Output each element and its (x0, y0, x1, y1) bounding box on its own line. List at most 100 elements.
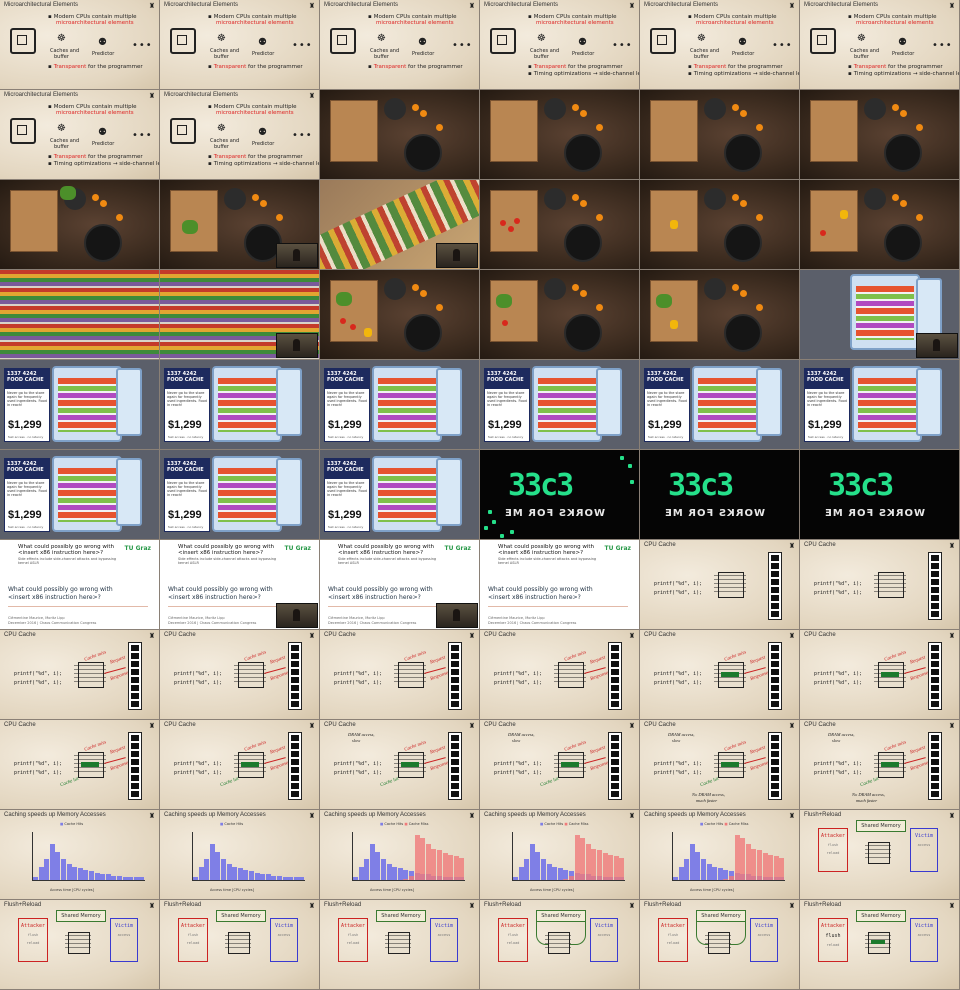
slide-thumbnail-62[interactable]: Flush+Reload ♜ Shared Memory Attacker flush r… (160, 900, 320, 990)
slide-thumbnail-19[interactable] (0, 270, 160, 360)
slide-thumbnail-37[interactable]: What could possibly go wrong with <inser… (0, 540, 160, 630)
slide-thumbnail-27[interactable]: 1337 4242 FOOD CACHE Never go to the store… (320, 360, 480, 450)
slide-thumbnail-51[interactable]: CPU Cache ♜ printf("%d", i); printf("%d", i… (320, 720, 480, 810)
slide-thumbnail-60[interactable]: Flush+Reload ♜ Shared Memory Attacker flush r… (800, 810, 960, 900)
orange-0 (412, 284, 419, 291)
slide-thumbnail-25[interactable]: 1337 4242 FOOD CACHE Never go to the store… (0, 360, 160, 450)
slide-title: Microarchitectural Elements (644, 2, 719, 8)
ad-price: $1,299 (168, 419, 202, 431)
slide-thumbnail-39[interactable]: What could possibly go wrong with <inser… (320, 540, 480, 630)
paint-splat-2 (500, 534, 504, 538)
slide-thumbnail-54[interactable]: CPU Cache ♜ printf("%d", i); printf("%d", i… (800, 720, 960, 810)
slide-thumbnail-2[interactable]: Microarchitectural Elements♜Modern CPUs … (160, 0, 320, 90)
slide-thumbnail-30[interactable]: 1337 4242 FOOD CACHE Never go to the store… (800, 360, 960, 450)
slide-thumbnail-16[interactable] (480, 180, 640, 270)
slide-title: Microarchitectural Elements (164, 92, 239, 98)
slide-thumbnail-47[interactable]: CPU Cache ♜ printf("%d", i); printf("%d", i… (640, 630, 800, 720)
slide-thumbnail-31[interactable]: 1337 4242 FOOD CACHE Never go to the store… (0, 450, 160, 540)
slide-thumbnail-46[interactable]: CPU Cache ♜ printf("%d", i); printf("%d", i… (480, 630, 640, 720)
microarchitectural-text: microarchitectural elements (56, 110, 134, 116)
ad-name: FOOD CACHE (7, 377, 44, 383)
slide-thumbnail-18[interactable] (800, 180, 960, 270)
legend: ■ Cache Hits ■ Cache Miss (380, 822, 428, 826)
slide-thumbnail-41[interactable]: CPU Cache ♜ printf("%d", i); printf("%d", i… (640, 540, 800, 630)
faster-label: much faster (856, 798, 878, 803)
bar-cache-miss-9 (723, 878, 729, 880)
slide-thumbnail-10[interactable] (480, 90, 640, 180)
slide-thumbnail-66[interactable]: Flush+Reload ♜ Shared Memory Attacker flush r… (800, 900, 960, 990)
database-icon: ☸ (217, 123, 226, 134)
code-snippet: printf("%d", i); printf("%d", i); (174, 760, 222, 778)
slide-thumbnail-8[interactable]: Microarchitectural Elements♜Modern CPUs … (160, 90, 320, 180)
orange-2 (756, 124, 763, 131)
bowl (864, 98, 886, 120)
bar-cache-hits-2 (684, 859, 690, 880)
slide-thumbnail-28[interactable]: 1337 4242 FOOD CACHE Never go to the store… (480, 360, 640, 450)
slide-thumbnail-33[interactable]: 1337 4242 FOOD CACHE Never go to the store… (320, 450, 480, 540)
slide-thumbnail-22[interactable] (480, 270, 640, 360)
histogram (192, 832, 305, 881)
slide-thumbnail-53[interactable]: CPU Cache ♜ printf("%d", i); printf("%d", i… (640, 720, 800, 810)
slide-thumbnail-24[interactable] (800, 270, 960, 360)
ad-foot: fast access · no latency (648, 435, 684, 439)
slide-thumbnail-44[interactable]: CPU Cache ♜ printf("%d", i); printf("%d", i… (160, 630, 320, 720)
slide-thumbnail-12[interactable] (800, 90, 960, 180)
bar-cache-hits-1 (358, 866, 364, 880)
c3-logo: 33c3 (508, 468, 574, 503)
slide-thumbnail-35[interactable]: 33c3 WORKS FOR ME (640, 450, 800, 540)
slide-thumbnail-21[interactable] (320, 270, 480, 360)
slide-thumbnail-56[interactable]: Caching speeds up Memory Accesses ♜ ■ Cach… (160, 810, 320, 900)
slide-thumbnail-57[interactable]: Caching speeds up Memory Accesses ♜ ■ Cach… (320, 810, 480, 900)
legend-hit: Cache Hits (704, 822, 724, 826)
slide-thumbnail-36[interactable]: 33c3 WORKS FOR ME (800, 450, 960, 540)
slide-thumbnail-64[interactable]: Flush+Reload ♜ Shared Memory Attacker flush r… (480, 900, 640, 990)
slide-thumbnail-3[interactable]: Microarchitectural Elements♜Modern CPUs … (320, 0, 480, 90)
slide-thumbnail-38[interactable]: What could possibly go wrong with <inser… (160, 540, 320, 630)
slide-thumbnail-34[interactable]: 33c3 WORKS FOR ME (480, 450, 640, 540)
cpu-icon (170, 118, 196, 144)
ad-header: 1337 4242 FOOD CACHE (645, 369, 689, 389)
slide-thumbnail-13[interactable] (0, 180, 160, 270)
slide-thumbnail-52[interactable]: CPU Cache ♜ printf("%d", i); printf("%d", i… (480, 720, 640, 810)
slide-thumbnail-42[interactable]: CPU Cache ♜ printf("%d", i); printf("%d", i… (800, 540, 960, 630)
talk-title-line2: <insert x86 instruction here>? (488, 594, 581, 601)
legend-miss: Cache Miss (728, 822, 749, 826)
slide-thumbnail-9[interactable] (320, 90, 480, 180)
slide-thumbnail-4[interactable]: Microarchitectural Elements♜Modern CPUs … (480, 0, 640, 90)
cache-miss-label: Cache miss (563, 650, 588, 663)
slide-thumbnail-20[interactable] (160, 270, 320, 360)
ad-foot: fast access · no latency (808, 435, 844, 439)
slide-thumbnail-55[interactable]: Caching speeds up Memory Accesses ♜ ■ Cach… (0, 810, 160, 900)
slide-thumbnail-61[interactable]: Flush+Reload ♜ Shared Memory Attacker flush r… (0, 900, 160, 990)
slide-thumbnail-50[interactable]: CPU Cache ♜ printf("%d", i); printf("%d", i… (160, 720, 320, 810)
slide-thumbnail-58[interactable]: Caching speeds up Memory Accesses ♜ ■ Cach… (480, 810, 640, 900)
slide-thumbnail-29[interactable]: 1337 4242 FOOD CACHE Never go to the store… (640, 360, 800, 450)
slide-thumbnail-11[interactable] (640, 90, 800, 180)
ad-header: 1337 4242 FOOD CACHE (325, 369, 369, 389)
access-label: access (917, 843, 931, 847)
slide-title: CPU Cache (804, 722, 836, 728)
slide-thumbnail-32[interactable]: 1337 4242 FOOD CACHE Never go to the store… (160, 450, 320, 540)
slide-thumbnail-63[interactable]: Flush+Reload ♜ Shared Memory Attacker flush r… (320, 900, 480, 990)
slide-thumbnail-59[interactable]: Caching speeds up Memory Accesses ♜ ■ Cach… (640, 810, 800, 900)
slide-thumbnail-14[interactable] (160, 180, 320, 270)
slide-thumbnail-40[interactable]: What could possibly go wrong with <inser… (480, 540, 640, 630)
brain-icon: ⚉ (898, 37, 907, 48)
x-axis-label: Access time [CPU cycles] (530, 888, 574, 892)
slide-thumbnail-1[interactable]: Microarchitectural Elements♜Modern CPUs … (0, 0, 160, 90)
slide-thumbnail-45[interactable]: CPU Cache ♜ printf("%d", i); printf("%d", i… (320, 630, 480, 720)
slide-thumbnail-26[interactable]: 1337 4242 FOOD CACHE Never go to the store… (160, 360, 320, 450)
slide-thumbnail-5[interactable]: Microarchitectural Elements♜Modern CPUs … (640, 0, 800, 90)
slide-thumbnail-7[interactable]: Microarchitectural Elements♜Modern CPUs … (0, 90, 160, 180)
slide-thumbnail-49[interactable]: CPU Cache ♜ printf("%d", i); printf("%d", i… (0, 720, 160, 810)
slide-thumbnail-48[interactable]: CPU Cache ♜ printf("%d", i); printf("%d", i… (800, 630, 960, 720)
talk-question: What could possibly go wrong with <inser… (498, 544, 594, 556)
ad-body: Never go to the store again for frequent… (327, 481, 367, 497)
slide-thumbnail-6[interactable]: Microarchitectural Elements♜Modern CPUs … (800, 0, 960, 90)
ad-body: Never go to the store again for frequent… (167, 391, 207, 407)
slide-thumbnail-43[interactable]: CPU Cache ♜ printf("%d", i); printf("%d", i… (0, 630, 160, 720)
slide-thumbnail-15[interactable] (320, 180, 480, 270)
slide-thumbnail-65[interactable]: Flush+Reload ♜ Shared Memory Attacker flush r… (640, 900, 800, 990)
slide-thumbnail-23[interactable] (640, 270, 800, 360)
slide-thumbnail-17[interactable] (640, 180, 800, 270)
